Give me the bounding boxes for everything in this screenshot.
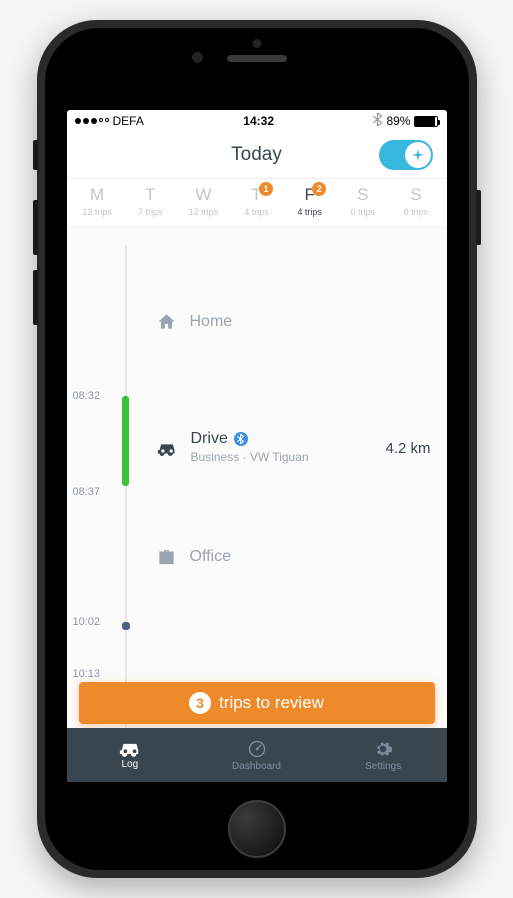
home-icon bbox=[157, 312, 176, 331]
time-label: 08:32 bbox=[73, 390, 101, 402]
tab-settings[interactable]: Settings bbox=[320, 728, 447, 782]
briefcase-icon bbox=[157, 548, 176, 566]
timeline-stop-office[interactable]: Office bbox=[157, 548, 431, 566]
car-icon bbox=[119, 740, 141, 757]
time-label: 10:13 bbox=[73, 668, 101, 680]
drive-segment bbox=[122, 396, 129, 486]
day-wed[interactable]: W 12 trips bbox=[177, 185, 230, 217]
tab-dashboard[interactable]: Dashboard bbox=[193, 728, 320, 782]
day-sun[interactable]: S 0 trips bbox=[389, 185, 442, 217]
time-label: 10:02 bbox=[73, 616, 101, 628]
car-icon bbox=[157, 440, 177, 457]
review-text: trips to review bbox=[219, 693, 324, 713]
day-mon[interactable]: M 13 trips bbox=[71, 185, 124, 217]
battery-icon bbox=[414, 116, 438, 127]
tracking-toggle[interactable] bbox=[379, 140, 433, 170]
proximity-sensor bbox=[252, 39, 261, 48]
page-title: Today bbox=[231, 144, 282, 166]
mute-switch bbox=[33, 140, 38, 170]
header: Today bbox=[67, 132, 447, 178]
volume-up bbox=[33, 200, 38, 255]
week-selector: M 13 trips T 7 trips W 12 trips T 4 trip… bbox=[67, 178, 447, 228]
timeline-marker bbox=[122, 622, 130, 630]
day-thu[interactable]: T 4 trips 1 bbox=[230, 185, 283, 217]
trip-label: Drive bbox=[191, 430, 228, 448]
phone-frame: DEFA 14:32 89% Today bbox=[37, 20, 477, 878]
day-tue[interactable]: T 7 trips bbox=[124, 185, 177, 217]
tab-log[interactable]: Log bbox=[67, 728, 194, 782]
clock: 14:32 bbox=[243, 114, 274, 128]
day-sat[interactable]: S 0 trips bbox=[336, 185, 389, 217]
timeline[interactable]: Home 08:32 08:37 Drive bbox=[67, 228, 447, 782]
signal-indicator bbox=[75, 118, 109, 124]
battery-pct: 89% bbox=[386, 114, 410, 128]
home-button[interactable] bbox=[228, 800, 286, 858]
status-bar: DEFA 14:32 89% bbox=[67, 110, 447, 132]
day-fri[interactable]: F 4 trips 2 bbox=[283, 185, 336, 217]
time-label: 08:37 bbox=[73, 486, 101, 498]
earpiece bbox=[227, 55, 287, 62]
carrier-label: DEFA bbox=[113, 114, 144, 128]
gauge-icon bbox=[247, 739, 267, 759]
timeline-trip-drive[interactable]: Drive Business · VW Tiguan 4.2 km bbox=[157, 430, 431, 466]
front-camera bbox=[192, 52, 203, 63]
stop-label: Office bbox=[190, 548, 232, 566]
tab-bar: Log Dashboard Settings bbox=[67, 728, 447, 782]
bluetooth-badge-icon bbox=[234, 432, 248, 446]
location-icon bbox=[411, 148, 425, 162]
review-count-badge: 3 bbox=[189, 692, 211, 714]
gear-icon bbox=[373, 739, 393, 759]
screen: DEFA 14:32 89% Today bbox=[67, 110, 447, 782]
stop-label: Home bbox=[190, 313, 233, 331]
power-button bbox=[476, 190, 481, 245]
trip-distance: 4.2 km bbox=[385, 440, 430, 457]
volume-down bbox=[33, 270, 38, 325]
review-banner[interactable]: 3 trips to review bbox=[79, 682, 435, 724]
trip-sublabel: Business · VW Tiguan bbox=[191, 450, 309, 464]
bluetooth-icon bbox=[373, 113, 382, 129]
timeline-stop-home[interactable]: Home bbox=[157, 312, 431, 331]
